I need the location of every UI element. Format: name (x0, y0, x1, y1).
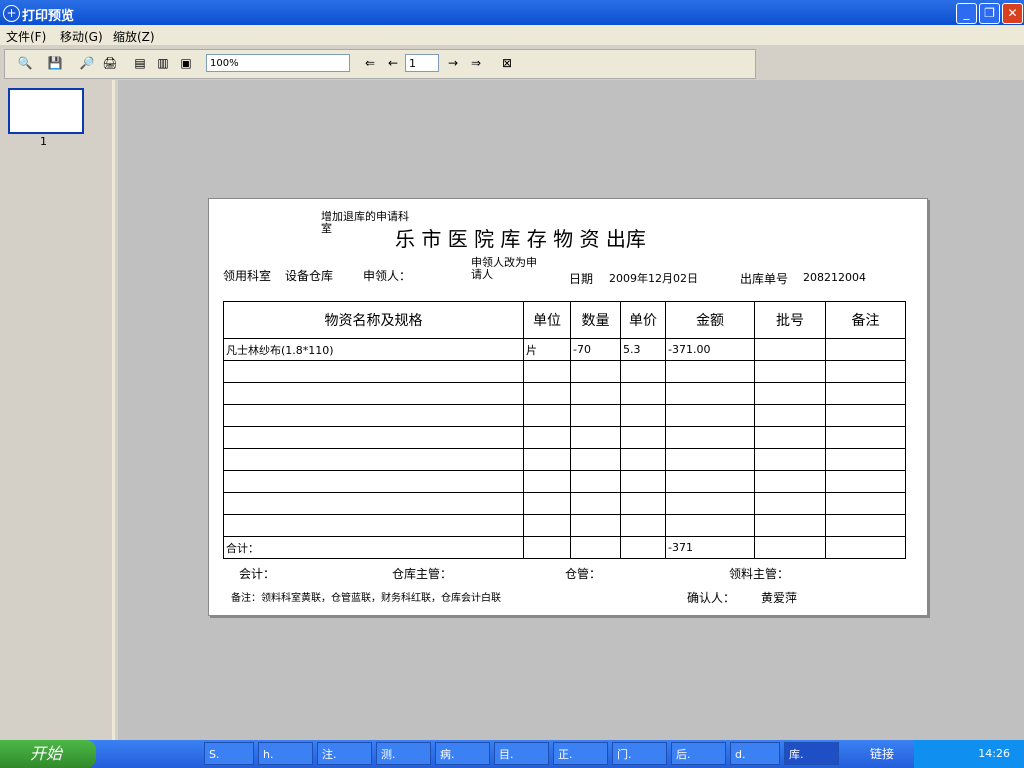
items-table: 物资名称及规格 单位 数量 单价 金额 批号 备注 凡士林纱布(1.8*110)… (223, 301, 906, 559)
applicant-label: 申领人： (363, 269, 412, 283)
document-title: 乐 市 医 院 库 存 物 资 出库 (395, 227, 646, 251)
zoom-icon[interactable]: 🔍 (15, 54, 35, 72)
table-row (223, 360, 906, 383)
table-row (223, 382, 906, 405)
cell-amount: -371.00 (665, 338, 755, 361)
date-label: 日期 (569, 272, 594, 286)
document-page: 增加退库的申请科室 乐 市 医 院 库 存 物 资 出库 领用科室 设备仓库 申… (208, 198, 928, 616)
print-preview-window: + 打印预览 _ ❐ ✕ 文件(F) 移动(G) 缩放(Z) 🔍 💾 🔎 🖨 ▤… (0, 0, 1024, 740)
page-thumbnail[interactable] (8, 88, 84, 134)
task-note[interactable]: 注. (317, 742, 372, 765)
date-value: 2009年12月02日 (609, 272, 698, 285)
task-s[interactable]: S. (204, 742, 254, 765)
clock: 14:26 (978, 747, 1010, 760)
close-preview-icon[interactable]: ⊠ (497, 54, 517, 72)
table-row (223, 426, 906, 449)
table-row (223, 492, 906, 515)
next-page-icon[interactable]: → (443, 54, 463, 72)
cell-remark (825, 338, 906, 361)
order-value: 208212004 (803, 271, 866, 284)
find-icon[interactable]: 🔎 (77, 54, 97, 72)
page-number-input[interactable]: 1 (405, 54, 439, 72)
task-door[interactable]: 门. (612, 742, 667, 765)
taskbar: 开始 S. h. 注. 测. 病. 目. 正. 门. 后. d. 库. 链接 1… (0, 740, 1024, 768)
footer-receiving-supervisor: 领料主管： (729, 567, 790, 581)
cell-batch (754, 338, 826, 361)
menu-file[interactable]: 文件(F) (6, 28, 46, 45)
dept-label: 领用科室 (223, 269, 272, 283)
header-qty: 数量 (570, 301, 621, 339)
cell-price: 5.3 (620, 338, 666, 361)
two-page-icon[interactable]: ▥ (153, 54, 173, 72)
title-bar: + 打印预览 _ ❐ ✕ (0, 0, 1024, 25)
table-row (223, 448, 906, 471)
zoom-select[interactable]: 100% (206, 54, 350, 72)
task-target[interactable]: 目. (494, 742, 549, 765)
system-tray: 14:26 (914, 740, 1024, 768)
task-h[interactable]: h. (258, 742, 313, 765)
app-plus-icon: + (3, 5, 20, 22)
header-name: 物资名称及规格 (223, 301, 524, 339)
table-header-row: 物资名称及规格 单位 数量 单价 金额 批号 备注 (223, 301, 906, 339)
cell-unit: 片 (523, 338, 571, 361)
table-row (223, 514, 906, 537)
thumbnail-pane: 1 (0, 80, 115, 740)
page-width-icon[interactable]: ▣ (176, 54, 196, 72)
previous-page-icon[interactable]: ← (383, 54, 403, 72)
dept-value: 设备仓库 (285, 269, 334, 283)
footer-warehouse: 仓管： (565, 567, 602, 581)
close-button[interactable]: ✕ (1002, 3, 1023, 24)
thumbnail-page-label: 1 (40, 135, 47, 148)
cell-qty: -70 (570, 338, 621, 361)
table-row (223, 470, 906, 493)
total-row: 合计： -371 (223, 536, 906, 559)
header-unit: 单位 (523, 301, 571, 339)
print-icon[interactable]: 🖨 (100, 54, 120, 72)
order-label: 出库单号 (740, 272, 789, 286)
table-row (223, 404, 906, 427)
footer-note: 备注：领料科室黄联，仓管蓝联，财务科红联，仓库会计白联 (231, 593, 501, 604)
save-icon[interactable]: 💾 (45, 54, 65, 72)
restore-button[interactable]: ❐ (979, 3, 1000, 24)
annotation-applicant: 申领人改为申请人 (471, 256, 537, 281)
last-page-icon[interactable]: ⇒ (466, 54, 486, 72)
total-label: 合计： (223, 536, 524, 559)
header-amount: 金额 (665, 301, 755, 339)
menu-zoom[interactable]: 缩放(Z) (113, 28, 155, 45)
task-correct[interactable]: 正. (553, 742, 608, 765)
menu-bar: 文件(F) 移动(G) 缩放(Z) (0, 25, 1024, 45)
header-price: 单价 (620, 301, 666, 339)
footer-accounting: 会计： (239, 567, 276, 581)
links-label[interactable]: 链接 (870, 745, 894, 762)
footer-warehouse-supervisor: 仓库主管： (392, 567, 453, 581)
table-row: 凡士林纱布(1.8*110) 片 -70 5.3 -371.00 (223, 338, 906, 361)
confirm-label: 确认人： (687, 591, 736, 605)
first-page-icon[interactable]: ⇐ (360, 54, 380, 72)
task-disease[interactable]: 病. (435, 742, 490, 765)
total-amount: -371 (665, 536, 755, 559)
window-title: 打印预览 (22, 9, 75, 24)
task-back[interactable]: 后. (671, 742, 726, 765)
header-remark: 备注 (825, 301, 906, 339)
one-page-icon[interactable]: ▤ (130, 54, 150, 72)
confirm-value: 黄爱萍 (761, 591, 798, 605)
cell-name: 凡士林纱布(1.8*110) (223, 338, 524, 361)
task-d[interactable]: d. (730, 742, 780, 765)
minimize-button[interactable]: _ (956, 3, 977, 24)
toolbar: 🔍 💾 🔎 🖨 ▤ ▥ ▣ 100% ⇐ ← 1 → ⇒ ⊠ (4, 49, 756, 79)
task-warehouse[interactable]: 库. (784, 742, 839, 765)
task-test[interactable]: 测. (376, 742, 431, 765)
menu-move[interactable]: 移动(G) (60, 28, 103, 45)
start-button[interactable]: 开始 (0, 740, 96, 768)
header-batch: 批号 (754, 301, 826, 339)
